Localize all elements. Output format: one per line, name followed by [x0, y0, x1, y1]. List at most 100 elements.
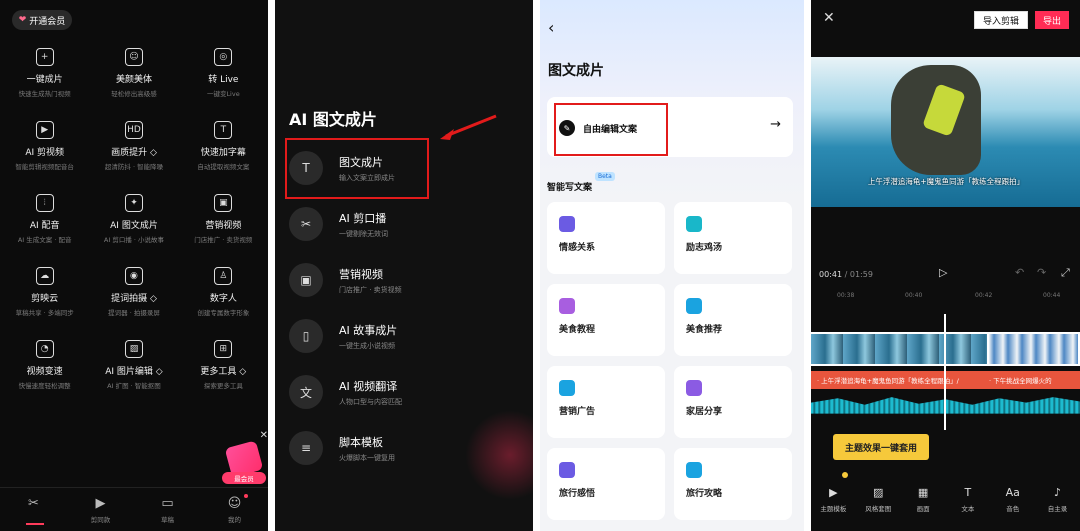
back-icon[interactable]: ‹: [548, 18, 554, 37]
tool-subtitle: 草稿共享 · 多端同步: [15, 309, 74, 317]
tool-button[interactable]: ▨ 风格套图: [856, 486, 901, 526]
camera-icon: ◉: [124, 267, 143, 285]
tool-title: 数字人: [209, 294, 237, 304]
promo-badge[interactable]: ✕ 最会员: [222, 430, 268, 484]
tool-button[interactable]: ▶ 主题模板: [811, 486, 856, 526]
tool-item[interactable]: ◎ 转 Live 一键变Live: [179, 40, 268, 113]
play-icon[interactable]: ▷: [939, 266, 947, 279]
category-card[interactable]: 旅行感悟: [547, 448, 665, 520]
tool-item[interactable]: ☁ 剪映云 草稿共享 · 多端同步: [0, 259, 89, 332]
export-button[interactable]: 导出: [1035, 11, 1069, 29]
tool-item[interactable]: T 快速加字幕 自动提取视频文案: [179, 113, 268, 186]
nav-item[interactable]: ▶ 剪同款: [67, 488, 134, 531]
vip-button[interactable]: ❤ 开通会员: [12, 10, 72, 30]
red-arrow-icon: [440, 114, 497, 140]
tool-button[interactable]: Aa 音色: [990, 486, 1035, 526]
fullscreen-icon[interactable]: ⤢: [1061, 266, 1070, 280]
tool-subtitle: AI 扩图 · 智能抠图: [107, 382, 161, 390]
tool-title: 更多工具 ◇: [200, 367, 247, 377]
menu-item-title: 营销视频: [339, 267, 383, 281]
text-clip: · 下午挑战全网爆火的: [989, 377, 1052, 385]
category-icon: [686, 380, 702, 396]
menu-item[interactable]: ▯ AI 故事成片 一键生成小说视频: [289, 314, 519, 358]
tool-button[interactable]: T 文本: [945, 486, 990, 526]
category-label: 情感关系: [559, 243, 596, 253]
nav-label: 草稿: [161, 516, 174, 524]
beta-badge: Beta: [595, 172, 615, 181]
ai-menu-screen: AI 图文成片 T 图文成片 输入文案立即成片 ✂ AI 剪口播 一键剔除无效词 ▣ 营销视频…: [275, 0, 533, 531]
tool-button[interactable]: ▦ 画面: [901, 486, 946, 526]
tool-title: 剪映云: [31, 294, 59, 304]
menu-item[interactable]: ≡ 脚本模板火爆脚本一键复用: [289, 426, 519, 470]
video-preview[interactable]: 上午浮潜追海龟+魔鬼鱼同游「教练全程跟拍」: [811, 57, 1080, 207]
category-icon: [559, 462, 575, 478]
tool-item[interactable]: + 一键成片 快速生成热门视频: [0, 40, 89, 113]
tool-item[interactable]: ◉ 提词拍摄 ◇ 提词器 · 拍摄录屏: [89, 259, 178, 332]
tool-item[interactable]: ✦ AI 图文成片 AI 剪口播 · 小说故事: [89, 186, 178, 259]
menu-item[interactable]: ✂ AI 剪口播 一键剔除无效词: [289, 202, 519, 246]
playhead[interactable]: [944, 314, 946, 430]
redo-icon[interactable]: ↷: [1037, 266, 1046, 279]
translate-icon: 文: [289, 375, 323, 409]
video-clip[interactable]: [987, 332, 1080, 366]
menu-item[interactable]: ▣ 营销视频 门店推广 · 卖货视频: [289, 258, 519, 302]
tool-item[interactable]: ⊞ 更多工具 ◇ 探索更多工具: [179, 332, 268, 405]
tool-label: 画面: [916, 505, 930, 513]
category-card[interactable]: 营销广告: [547, 366, 665, 438]
menu-item-text: AI 视频翻译 人物口型与内容匹配: [339, 378, 402, 407]
voice-icon: Aa: [1005, 486, 1020, 499]
tool-title: AI 配音: [29, 221, 60, 231]
arrow-right-icon: →: [770, 117, 781, 132]
tool-button[interactable]: ♪ 自主录: [1035, 486, 1080, 526]
category-icon: [686, 298, 702, 314]
menu-item-title: 脚本模板: [339, 435, 383, 449]
menu-item[interactable]: 文 AI 视频翻译 人物口型与内容匹配: [289, 370, 519, 414]
tool-title: 转 Live: [208, 75, 239, 85]
category-card[interactable]: 旅行攻略: [674, 448, 792, 520]
tool-item[interactable]: ◔ 视频变速 快慢速度轻松调整: [0, 332, 89, 405]
tool-item[interactable]: ♙ 数字人 创建专属数字形象: [179, 259, 268, 332]
category-icon: [559, 380, 575, 396]
category-card[interactable]: 励志鸡汤: [674, 202, 792, 274]
import-edit-button[interactable]: 导入剪辑: [974, 11, 1028, 29]
tool-subtitle: 快慢速度轻松调整: [18, 382, 71, 390]
tool-item[interactable]: ☺ 美颜美体 轻松修出高级感: [89, 40, 178, 113]
tool-item[interactable]: HD 画质提升 ◇ 超清防抖 · 智能降噪: [89, 113, 178, 186]
undo-icon[interactable]: ↶: [1015, 266, 1024, 279]
nav-item[interactable]: ▭ 草稿: [134, 488, 201, 531]
style-image-icon: ▨: [873, 486, 884, 499]
tool-item[interactable]: ▶ AI 剪视频 智能剪辑视频配音台: [0, 113, 89, 186]
tool-item[interactable]: ▨ AI 图片编辑 ◇ AI 扩图 · 智能抠图: [89, 332, 178, 405]
tool-title: 一键成片: [26, 75, 63, 85]
category-label: 旅行感悟: [559, 489, 596, 499]
text-clip: · 上午浮潜追海龟+魔鬼鱼同游「教练全程跟拍」/: [817, 377, 959, 385]
menu-item-subtitle: 一键生成小说视频: [339, 341, 395, 350]
tool-subtitle: 超清防抖 · 智能降噪: [104, 163, 164, 171]
tool-label: 自主录: [1047, 505, 1068, 513]
tool-item[interactable]: ▣ 营销视频 门店推广 · 卖货视频: [179, 186, 268, 259]
menu-item-text: 营销视频 门店推广 · 卖货视频: [339, 266, 402, 295]
text-frame-icon: T: [214, 121, 233, 139]
scissors-icon: ✂: [28, 496, 39, 511]
menu-item-subtitle: 火爆脚本一键复用: [339, 453, 395, 462]
category-label: 营销广告: [559, 407, 596, 417]
more-tools-icon: ⊞: [214, 340, 233, 358]
editor-screen: ✕ 导入剪辑 导出 上午浮潜追海龟+魔鬼鱼同游「教练全程跟拍」 00:41 / …: [811, 0, 1080, 531]
time-current: 00:41: [819, 270, 843, 279]
home-tools-screen: ❤ 开通会员 + 一键成片 快速生成热门视频 ☺ 美颜美体 轻松修出高级感 ◎ 转 Live 一…: [0, 0, 268, 531]
close-icon[interactable]: ✕: [823, 10, 835, 26]
tool-item[interactable]: ⦙ AI 配音 AI 生成文案 · 配音: [0, 186, 89, 259]
category-card[interactable]: 美食推荐: [674, 284, 792, 356]
category-card[interactable]: 家居分享: [674, 366, 792, 438]
category-card[interactable]: 美食教程: [547, 284, 665, 356]
close-icon[interactable]: ✕: [260, 430, 268, 441]
book-icon: ▯: [289, 319, 323, 353]
tool-title: 视频变速: [26, 367, 63, 377]
menu-item-subtitle: 人物口型与内容匹配: [339, 397, 402, 406]
nav-item[interactable]: ☺ 我的: [201, 488, 268, 531]
editor-toolbar: ▶ 主题模板 ▨ 风格套图 ▦ 画面 T 文本 Aa 音色 ♪ 自主录: [811, 486, 1080, 526]
document-icon: ≡: [289, 431, 323, 465]
category-card[interactable]: 情感关系: [547, 202, 665, 274]
tool-title: 提词拍摄 ◇: [111, 294, 157, 304]
ruler-tick: 00:44: [1043, 292, 1061, 299]
